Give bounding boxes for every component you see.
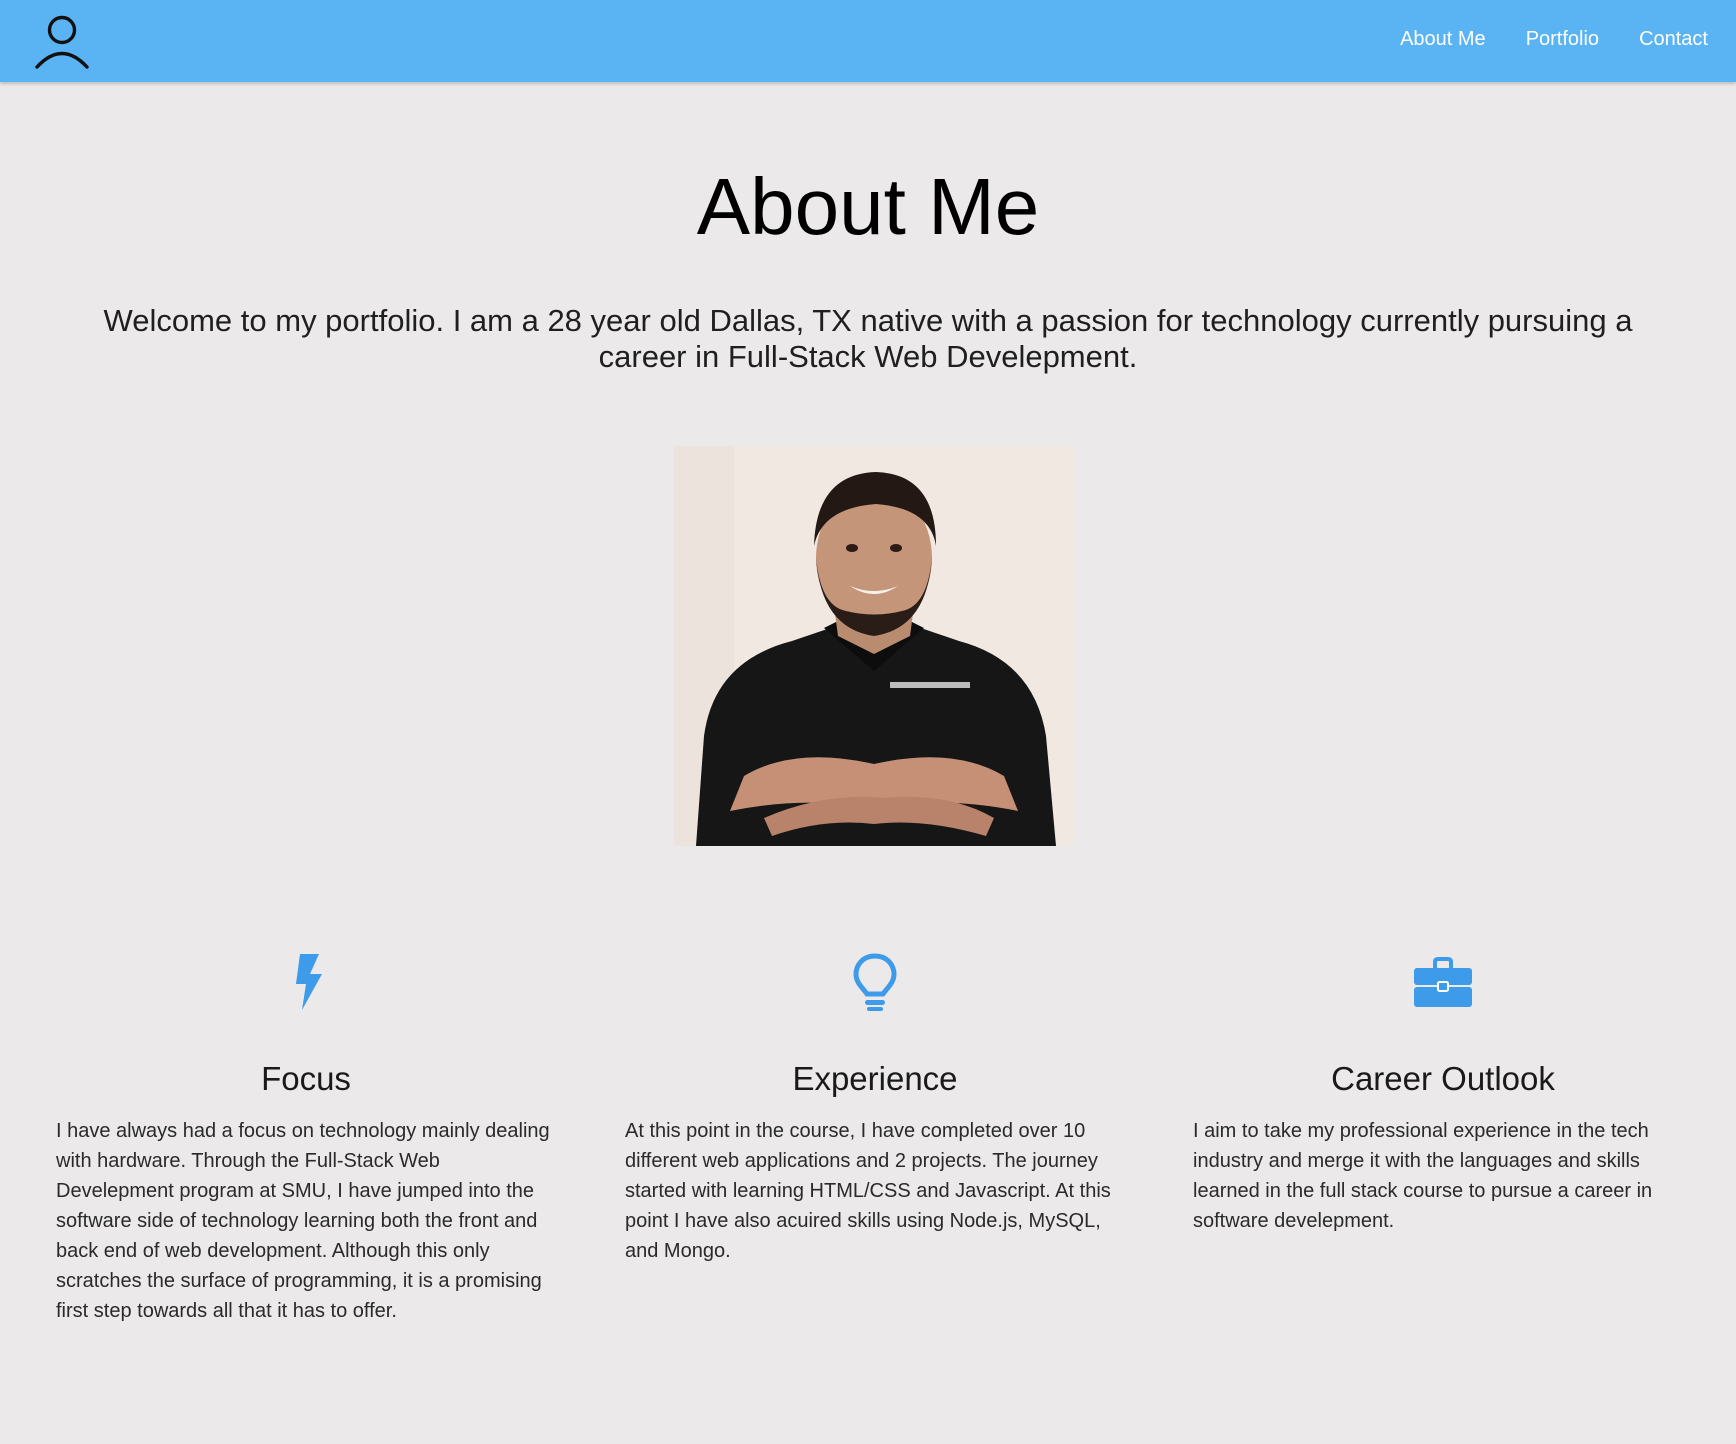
focus-title: Focus [261,1060,351,1097]
page-title: About Me [696,162,1040,251]
brand-user-icon[interactable] [32,12,92,72]
experience-title: Experience [792,1060,958,1097]
briefcase-icon [1414,957,1472,1007]
career-outlook-text: I aim to take my professional experience… [1193,1120,1653,1232]
focus-text: I have always had a focus on technology … [56,1120,550,1322]
nav-link-portfolio[interactable]: Portfolio [1526,28,1599,51]
career-outlook-title: Career Outlook [1331,1060,1555,1097]
career-outlook-section: Career Outlook I aim to take my professi… [1193,950,1693,1232]
nav-menu: About Me Portfolio Contact [1400,0,1708,78]
profile-photo [674,446,1074,846]
lightning-bolt-icon [296,954,322,1010]
navbar: About Me Portfolio Contact [0,0,1736,82]
lightbulb-icon [853,953,897,1011]
nav-link-about-me[interactable]: About Me [1400,28,1486,51]
focus-section: Focus I have always had a focus on techn… [56,950,556,1322]
nav-link-contact[interactable]: Contact [1639,28,1708,51]
user-outline-icon [35,15,89,69]
experience-section: Experience At this point in the course, … [625,950,1125,1262]
experience-text: At this point in the course, I have comp… [625,1120,1111,1262]
intro-text: Welcome to my portfolio. I am a 28 year … [103,303,1633,374]
profile-photo-illustration [674,446,1074,846]
